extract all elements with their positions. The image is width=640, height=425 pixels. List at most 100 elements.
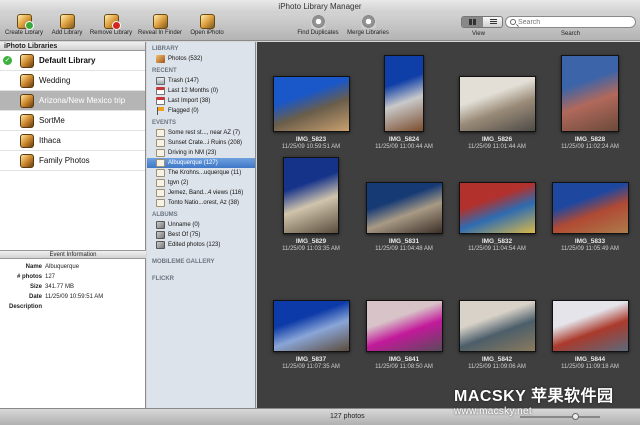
photo-date: 11/25/09 10:59:51 AM xyxy=(281,144,341,150)
open-iphoto-button[interactable]: Open iPhoto xyxy=(188,14,226,40)
photo-tile[interactable]: IMG_5841 11/25/09 11:08:50 AM xyxy=(358,272,450,370)
photo-thumbnail[interactable] xyxy=(365,300,443,352)
photo-thumbnail[interactable] xyxy=(458,182,536,234)
photo-name: IMG_5832 xyxy=(481,238,513,245)
source-item-photos[interactable]: Photos (532) xyxy=(147,54,255,64)
event-item[interactable]: Jemez, Band...4 views (116) xyxy=(147,188,255,198)
photo-date: 11/25/09 11:03:35 AM xyxy=(282,246,340,252)
album-icon xyxy=(156,241,165,249)
photo-name: IMG_5826 xyxy=(481,136,513,143)
photo-tile[interactable]: IMG_5828 11/25/09 11:02:24 AM xyxy=(544,52,636,150)
watermark: MACSKY 苹果软件园 www.macsky.net xyxy=(454,388,614,417)
album-icon xyxy=(156,231,165,239)
event-item[interactable]: Some rest st..., near AZ (7) xyxy=(147,128,255,138)
event-icon xyxy=(156,179,165,187)
iphoto-library-icon xyxy=(20,134,34,148)
photo-grid: IMG_5823 11/25/09 10:59:51 AM IMG_5824 11/2… xyxy=(257,42,640,408)
grid-view-icon[interactable] xyxy=(462,17,483,27)
view-label: View xyxy=(472,31,485,37)
checkmark-icon: ✓ xyxy=(3,56,12,65)
photo-date: 11/25/09 11:09:06 AM xyxy=(468,364,526,370)
photo-date: 11/25/09 11:09:18 AM xyxy=(561,364,619,370)
photo-tile[interactable]: IMG_5844 11/25/09 11:09:18 AM xyxy=(544,272,636,370)
merge-libraries-button[interactable]: Merge Libraries xyxy=(345,14,391,40)
library-item[interactable]: Family Photos xyxy=(0,151,145,171)
event-icon xyxy=(156,149,165,157)
search-field[interactable] xyxy=(505,16,636,28)
library-item[interactable]: Arizona/New Mexico trip xyxy=(0,91,145,111)
photo-thumbnail[interactable] xyxy=(458,300,536,352)
library-item[interactable]: SortMe xyxy=(0,111,145,131)
list-view-icon[interactable] xyxy=(483,17,503,27)
mobileme-section-header[interactable]: MOBILEME GALLERY xyxy=(147,258,255,267)
photo-tile[interactable]: IMG_5837 11/25/09 11:07:35 AM xyxy=(265,272,357,370)
photo-name: IMG_5833 xyxy=(574,238,606,245)
album-item[interactable]: Best Of (75) xyxy=(147,230,255,240)
flag-icon xyxy=(156,107,165,115)
reveal-in-finder-button[interactable]: Reveal In Finder xyxy=(137,14,183,40)
photo-tile[interactable]: IMG_5823 11/25/09 10:59:51 AM xyxy=(265,52,357,150)
photo-thumbnail[interactable] xyxy=(365,182,443,234)
events-section-header: EVENTS xyxy=(152,120,177,126)
photo-date: 11/25/09 11:04:54 AM xyxy=(468,246,526,252)
photo-thumbnail[interactable] xyxy=(551,182,629,234)
photo-thumbnail[interactable] xyxy=(283,157,339,234)
photo-tile[interactable]: IMG_5829 11/25/09 11:03:35 AM xyxy=(265,154,357,252)
photo-thumbnail[interactable] xyxy=(272,76,350,132)
event-info: Name Albuquerque # photos 127 Size 341.77 M… xyxy=(0,264,146,314)
photo-tile[interactable]: IMG_5831 11/25/09 11:04:48 AM xyxy=(358,154,450,252)
source-item-flagged[interactable]: Flagged (0) xyxy=(147,106,255,116)
library-item[interactable]: Wedding xyxy=(0,71,145,91)
photos-icon xyxy=(156,55,165,63)
flickr-section-header[interactable]: FLICKR xyxy=(147,275,255,284)
photo-name: IMG_5837 xyxy=(295,356,327,363)
remove-library-button[interactable]: Remove Library xyxy=(89,14,133,40)
add-library-button[interactable]: Add Library xyxy=(48,14,86,40)
event-item[interactable]: tgvn (2) xyxy=(147,178,255,188)
source-item-trash[interactable]: Trash (147) xyxy=(147,76,255,86)
photo-tile[interactable]: IMG_5842 11/25/09 11:09:06 AM xyxy=(451,272,543,370)
photo-name: IMG_5844 xyxy=(574,356,606,363)
photo-thumbnail[interactable] xyxy=(551,300,629,352)
event-info-row: # photos 127 xyxy=(17,274,56,280)
event-icon xyxy=(156,159,165,167)
toolbar: Create Library Add Library Remove Librar… xyxy=(0,13,640,41)
photo-name: IMG_5842 xyxy=(481,356,513,363)
source-item-last-import[interactable]: Last Import (38) xyxy=(147,96,255,106)
event-item[interactable]: Driving in NM (23) xyxy=(147,148,255,158)
event-item-selected[interactable]: Albuquerque (127) xyxy=(147,158,255,168)
event-item[interactable]: Sunset Crate...i Ruins (208) xyxy=(147,138,255,148)
photo-tile[interactable]: IMG_5824 11/25/09 11:00:44 AM xyxy=(358,52,450,150)
photo-library-plus-icon xyxy=(16,14,34,30)
window-title: iPhoto Library Manager xyxy=(0,0,640,13)
photo-tile[interactable]: IMG_5826 11/25/09 11:01:44 AM xyxy=(451,52,543,150)
gear-icon xyxy=(310,14,326,29)
event-item[interactable]: The Krohns...uquerque (11) xyxy=(147,168,255,178)
view-toggle[interactable] xyxy=(461,16,503,28)
album-item[interactable]: Edited photos (123) xyxy=(147,240,255,250)
find-duplicates-button[interactable]: Find Duplicates xyxy=(295,14,341,40)
photo-date: 11/25/09 11:08:50 AM xyxy=(375,364,433,370)
library-item[interactable]: Ithaca xyxy=(0,131,145,151)
photo-tile[interactable]: IMG_5832 11/25/09 11:04:54 AM xyxy=(451,154,543,252)
photo-thumbnail[interactable] xyxy=(561,55,619,132)
photo-count: 127 photos xyxy=(330,413,365,420)
photo-thumbnail[interactable] xyxy=(272,300,350,352)
photo-name: IMG_5841 xyxy=(388,356,420,363)
photo-thumbnail[interactable] xyxy=(458,76,536,132)
merge-icon xyxy=(360,14,376,29)
album-icon xyxy=(156,221,165,229)
photo-tile[interactable]: IMG_5833 11/25/09 11:05:49 AM xyxy=(544,154,636,252)
album-item[interactable]: Unname (0) xyxy=(147,220,255,230)
library-item[interactable]: ✓ Default Library xyxy=(0,51,145,71)
event-item[interactable]: Tonto Natio...orest, Az (38) xyxy=(147,198,255,208)
calendar-icon xyxy=(156,97,165,105)
source-item-last-12-months[interactable]: Last 12 Months (0) xyxy=(147,86,255,96)
photo-thumbnail[interactable] xyxy=(384,55,424,132)
photo-name: IMG_5824 xyxy=(388,136,420,143)
event-icon xyxy=(156,189,165,197)
search-input[interactable] xyxy=(518,18,628,27)
libraries-pane: iPhoto Libraries ✓ Default Library Weddi… xyxy=(0,42,146,408)
photo-name: IMG_5823 xyxy=(295,136,327,143)
create-library-button[interactable]: Create Library xyxy=(3,14,45,40)
